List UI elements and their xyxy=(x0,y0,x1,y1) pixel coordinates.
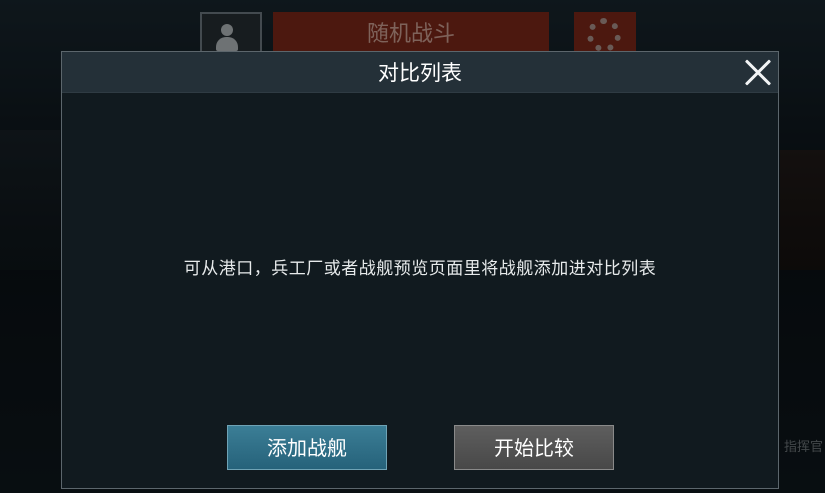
dialog-header: 对比列表 xyxy=(62,52,778,93)
dialog-body: 可从港口，兵工厂或者战舰预览页面里将战舰添加进对比列表 添加战舰 开始比较 xyxy=(62,92,778,490)
add-warship-button[interactable]: 添加战舰 xyxy=(227,425,387,470)
dialog-title: 对比列表 xyxy=(378,61,462,85)
compare-list-dialog: 对比列表 可从港口，兵工厂或者战舰预览页面里将战舰添加进对比列表 添加战舰 开始… xyxy=(61,51,779,489)
start-compare-button[interactable]: 开始比较 xyxy=(454,425,614,470)
close-button[interactable] xyxy=(740,56,774,90)
empty-list-message: 可从港口，兵工厂或者战舰预览页面里将战舰添加进对比列表 xyxy=(183,259,657,279)
